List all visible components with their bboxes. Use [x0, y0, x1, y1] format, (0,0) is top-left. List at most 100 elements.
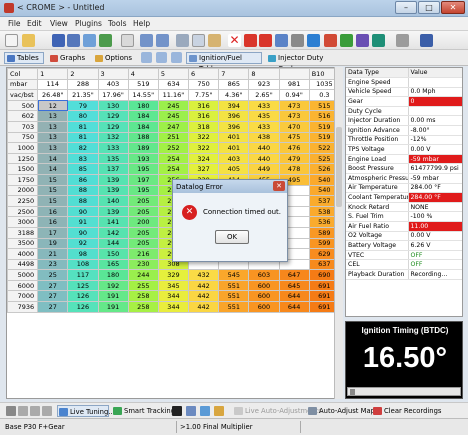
- column-header[interactable]: 8: [248, 68, 280, 80]
- table-cell[interactable]: 90: [67, 205, 99, 218]
- table-cell[interactable]: 108: [67, 258, 99, 271]
- table-cell[interactable]: 13: [37, 110, 69, 122]
- table-scrollbar[interactable]: [334, 67, 343, 399]
- table-cell[interactable]: 191: [97, 301, 129, 313]
- table-cell[interactable]: 258: [127, 290, 159, 303]
- rpm-cell[interactable]: 3000: [7, 216, 39, 228]
- table-cell[interactable]: 644: [278, 301, 310, 313]
- table-cell[interactable]: 254: [157, 163, 190, 175]
- table-cell[interactable]: 318: [188, 120, 220, 133]
- minimize-button[interactable]: –: [395, 1, 417, 14]
- table-cell[interactable]: 205: [127, 195, 159, 207]
- mbar-cell[interactable]: 114: [37, 78, 69, 91]
- table-cell[interactable]: 396: [218, 110, 250, 122]
- table-cell[interactable]: 255: [127, 279, 159, 292]
- table-cell[interactable]: 432: [188, 269, 220, 281]
- auto-adjust-maps-button[interactable]: Auto-Adjust Maps: [307, 405, 379, 417]
- table-cell[interactable]: 440: [248, 142, 280, 154]
- view-toggle-1-icon[interactable]: [141, 52, 152, 63]
- table-cell[interactable]: 13: [37, 120, 69, 133]
- vac-cell[interactable]: 0.94": [278, 89, 310, 101]
- table-cell[interactable]: 401: [218, 142, 250, 154]
- table-cell[interactable]: 205: [127, 237, 159, 250]
- rpm-cell[interactable]: 4498: [7, 258, 39, 271]
- table-cell[interactable]: 133: [97, 142, 129, 154]
- playback-slider[interactable]: [347, 387, 461, 396]
- live-auto-adjustments-button[interactable]: Live Auto-Adjustments: [233, 405, 322, 417]
- mbar-cell[interactable]: mbar: [7, 78, 39, 91]
- table-cell[interactable]: 16: [37, 205, 69, 218]
- table-cell[interactable]: 15: [37, 173, 69, 186]
- arrow-up-icon[interactable]: [244, 34, 257, 47]
- table-cell[interactable]: 79: [67, 99, 99, 112]
- table-cell[interactable]: 473: [278, 110, 310, 122]
- table-cell[interactable]: 126: [67, 301, 99, 313]
- table-cell[interactable]: 92: [67, 237, 99, 250]
- column-header[interactable]: 2: [67, 68, 99, 80]
- column-header[interactable]: [278, 68, 310, 80]
- status-column-header[interactable]: Data Type: [346, 68, 409, 79]
- vac-cell[interactable]: 7.75": [188, 89, 220, 101]
- table-cell[interactable]: 251: [157, 131, 190, 144]
- open-folder-icon[interactable]: [22, 34, 35, 47]
- table-cell[interactable]: 125: [67, 279, 99, 292]
- table-cell[interactable]: 600: [248, 301, 280, 313]
- vac-cell[interactable]: 2.65": [248, 89, 280, 101]
- table-cell[interactable]: 90: [67, 226, 99, 239]
- table-cell[interactable]: 82: [67, 142, 99, 154]
- table-cell[interactable]: 600: [248, 279, 280, 292]
- save-icon[interactable]: [52, 34, 65, 47]
- map-view-icon[interactable]: [200, 406, 210, 416]
- table-cell[interactable]: 442: [188, 301, 220, 313]
- table-cell[interactable]: 645: [278, 279, 310, 292]
- table-cell[interactable]: 192: [97, 279, 129, 292]
- chip-icon[interactable]: [307, 34, 320, 47]
- column-header[interactable]: Col: [7, 68, 39, 80]
- table-cell[interactable]: 433: [248, 120, 280, 133]
- mbar-cell[interactable]: 923: [248, 78, 280, 91]
- table-cell[interactable]: 479: [278, 152, 310, 165]
- rpm-cell[interactable]: 1000: [7, 142, 39, 154]
- rpm-cell[interactable]: 602: [7, 110, 39, 122]
- table-cell[interactable]: 27: [37, 279, 69, 292]
- table-cell[interactable]: 27: [37, 290, 69, 303]
- table-cell[interactable]: 442: [188, 290, 220, 303]
- table-cell[interactable]: 165: [97, 258, 129, 271]
- rpm-cell[interactable]: 3500: [7, 237, 39, 250]
- rpm-cell[interactable]: 500: [7, 99, 39, 112]
- live-tuning-button[interactable]: Live Tuning...: [57, 405, 115, 417]
- mbar-cell[interactable]: 981: [278, 78, 310, 91]
- download-icon[interactable]: [99, 34, 112, 47]
- tab-ignition-fuel-tables[interactable]: Ignition/Fuel Tables: [186, 52, 262, 73]
- table-cell[interactable]: 88: [67, 184, 99, 197]
- table-cell[interactable]: 551: [218, 279, 250, 292]
- table-cell[interactable]: 244: [127, 269, 159, 281]
- settings-icon[interactable]: [275, 34, 288, 47]
- table-cell[interactable]: 193: [127, 152, 159, 165]
- table-cell[interactable]: 14: [37, 152, 69, 165]
- table-cell[interactable]: 98: [67, 248, 99, 260]
- table-cell[interactable]: 403: [218, 152, 250, 165]
- mbar-cell[interactable]: 750: [188, 78, 220, 91]
- rpm-cell[interactable]: 2250: [7, 195, 39, 207]
- table-cell[interactable]: 247: [157, 120, 190, 133]
- table-cell[interactable]: 435: [248, 110, 280, 122]
- table-cell[interactable]: 19: [37, 237, 69, 250]
- table-cell[interactable]: 473: [278, 99, 310, 112]
- redo-icon[interactable]: [156, 34, 169, 47]
- table-cell[interactable]: 478: [278, 163, 310, 175]
- table-cell[interactable]: 316: [188, 99, 220, 112]
- table-cell[interactable]: 129: [97, 120, 129, 133]
- menu-plugins[interactable]: Plugins: [75, 19, 102, 28]
- rpm-cell[interactable]: 3188: [7, 226, 39, 239]
- clear-recordings-button[interactable]: Clear Recordings: [372, 405, 441, 417]
- rpm-cell[interactable]: 2000: [7, 184, 39, 197]
- undo-icon[interactable]: [140, 34, 153, 47]
- menu-tools[interactable]: Tools: [108, 19, 126, 28]
- table-cell[interactable]: 200: [127, 216, 159, 228]
- table-cell[interactable]: 551: [218, 290, 250, 303]
- print-icon[interactable]: [121, 34, 134, 47]
- rpm-cell[interactable]: 5000: [7, 269, 39, 281]
- mbar-cell[interactable]: 865: [218, 78, 250, 91]
- help-icon[interactable]: [420, 34, 433, 47]
